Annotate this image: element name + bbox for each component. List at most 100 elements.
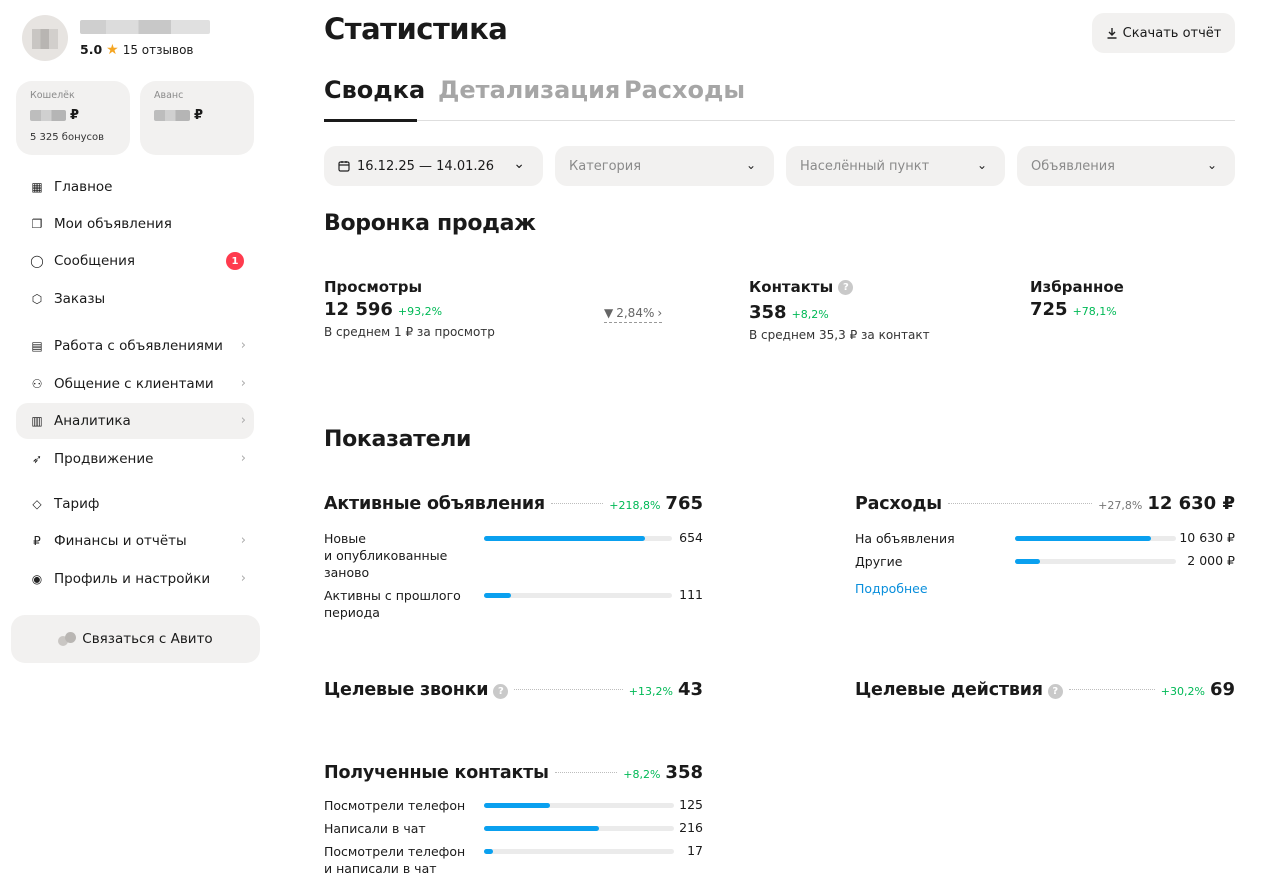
chevron-down-icon: ⌄ (513, 156, 525, 172)
wallet-amount-blurred (30, 110, 66, 121)
sidebar-item-label: Общение с клиентами (54, 376, 214, 392)
received-bar-track (484, 826, 674, 831)
category-filter[interactable]: Категория ⌄ (555, 146, 774, 186)
active_ads-row-label: Новые и опубликованные заново (324, 531, 448, 580)
dotted-leader (550, 503, 604, 504)
actions-title: Целевые действия (855, 680, 1043, 700)
sidebar-item-label: Профиль и настройки (54, 571, 211, 587)
contacts-value: 358 (749, 302, 787, 323)
tab-summary[interactable]: Сводка (324, 76, 425, 104)
calendar-icon (338, 161, 350, 172)
tab-expenses[interactable]: Расходы (624, 76, 745, 104)
rocket-icon: ➶ (31, 452, 43, 466)
sidebar-item-analytics[interactable]: ▥ Аналитика › (16, 403, 254, 439)
profile-rating: 5.0 ★ 15 отзывов (80, 42, 193, 57)
chevron-down-icon: ⌄ (1206, 158, 1217, 172)
contact-avito-button[interactable]: Связаться с Авито (11, 615, 260, 663)
sidebar-item-main[interactable]: ▦ Главное (16, 169, 254, 205)
received-row-label: Написали в чат (324, 821, 426, 836)
favorites-value: 725 (1030, 299, 1068, 320)
favorites-value-row: 725 +78,1% (1030, 299, 1124, 320)
layout-icon: ▤ (31, 339, 43, 353)
sidebar-item-ads-work[interactable]: ▤ Работа с объявлениями › (16, 328, 254, 364)
rating-value: 5.0 (80, 42, 103, 57)
users-icon: ⚇ (31, 377, 43, 391)
metrics-title: Показатели (324, 427, 472, 452)
expenses-row-value: 10 630 ₽ (1179, 530, 1235, 545)
received-value: 358 (665, 762, 703, 783)
sidebar-item-client-communication[interactable]: ⚇ Общение с клиентами › (16, 366, 254, 402)
tab-details[interactable]: Детализация (438, 76, 620, 104)
advance-card[interactable]: Аванс ₽ (140, 81, 254, 155)
received-row-value: 17 (687, 843, 703, 858)
chevron-right-icon: › (657, 306, 663, 320)
funnel-title: Воронка продаж (324, 211, 536, 236)
sidebar-item-label: Финансы и отчёты (54, 533, 187, 549)
sidebar-item-label: Тариф (54, 496, 100, 512)
user-icon: ◉ (31, 572, 43, 586)
help-icon[interactable]: ? (838, 280, 854, 295)
reviews-count[interactable]: 15 отзывов (123, 43, 194, 57)
wallet-label: Кошелёк (30, 90, 75, 101)
chart-icon: ▥ (31, 414, 43, 428)
received-row-label: Посмотрели телефон (324, 798, 466, 813)
sidebar-item-label: Работа с объявлениями (54, 338, 223, 354)
city-filter[interactable]: Населённый пункт ⌄ (786, 146, 1005, 186)
sidebar-item-finance[interactable]: ₽ Финансы и отчёты › (16, 523, 254, 559)
views-delta: +93,2% (397, 305, 443, 318)
advance-balance: ₽ (154, 108, 203, 123)
expenses-more-link[interactable]: Подробнее (855, 581, 928, 596)
chat-icon: ◯ (30, 254, 44, 268)
active_ads-row-label: Активны с прошлого периода (324, 588, 461, 620)
expenses-bar-fill (1015, 536, 1151, 541)
download-report-button[interactable]: Скачать отчёт (1092, 13, 1235, 53)
chevron-down-icon: ⌄ (976, 158, 987, 172)
profile-name-blurred[interactable] (80, 20, 210, 34)
contacts-value-row: 358 +8,2% (749, 302, 930, 323)
sidebar-item-messages[interactable]: ◯ Сообщения 1 (16, 243, 254, 279)
received-row-label: Посмотрели телефон и написали в чат (324, 844, 466, 876)
filter-funnel-icon: ▼ (604, 306, 614, 320)
help-icon[interactable]: ? (1047, 684, 1063, 699)
contacts-label-row: Контакты ? (749, 278, 930, 296)
active-tab-indicator (324, 119, 417, 122)
conversion-value: 2,84% (616, 306, 655, 320)
city-placeholder: Населённый пункт (800, 158, 930, 174)
views-label: Просмотры (324, 278, 423, 296)
chevron-right-icon: › (240, 413, 246, 428)
sidebar-item-tariff[interactable]: ◇ Тариф (16, 486, 254, 522)
conversion-link[interactable]: ▼ 2,84% › (604, 306, 663, 323)
date-range-filter[interactable]: 16.12.25 — 14.01.26 ⌄ (324, 146, 543, 186)
calls-value: 43 (677, 679, 703, 700)
sidebar-item-profile[interactable]: ◉ Профиль и настройки › (16, 561, 254, 597)
avatar[interactable] (22, 15, 68, 61)
favorites-metric: Избранное 725 +78,1% (1030, 278, 1124, 320)
calls-title: Целевые звонки (324, 680, 489, 700)
wallet-currency: ₽ (70, 108, 80, 123)
advance-currency: ₽ (194, 108, 204, 123)
sidebar-item-promotion[interactable]: ➶ Продвижение › (16, 441, 254, 477)
active_ads-bar-fill (484, 593, 512, 598)
views-value-row: 12 596 +93,2% (324, 299, 495, 320)
wallet-card[interactable]: Кошелёк ₽ 5 325 бонусов (16, 81, 130, 155)
actions-header: Целевые действия ? +30,2% 69 (855, 679, 1235, 703)
wallet-balance: ₽ (30, 108, 79, 123)
actions-value: 69 (1209, 679, 1235, 700)
favorites-delta: +78,1% (1072, 305, 1117, 318)
help-icon[interactable]: ? (493, 684, 509, 699)
sidebar-item-label: Сообщения (54, 253, 136, 269)
star-icon: ★ (106, 41, 119, 58)
ads-filter[interactable]: Объявления ⌄ (1017, 146, 1235, 186)
expenses-value: 12 630 ₽ (1147, 493, 1235, 514)
box-icon: ⬡ (31, 292, 43, 306)
dotted-leader (514, 689, 623, 690)
active_ads-bar-track (484, 536, 672, 541)
expenses-title: Расходы (855, 494, 942, 514)
sidebar-item-label: Продвижение (54, 451, 154, 467)
sidebar-item-label: Мои объявления (54, 216, 172, 232)
active-ads-title: Активные объявления (324, 494, 545, 514)
active-ads-header: Активные объявления +218,8% 765 (324, 493, 703, 517)
sidebar-item-my-ads[interactable]: ❐ Мои объявления (16, 206, 254, 242)
received-bar-fill (484, 826, 599, 831)
sidebar-item-orders[interactable]: ⬡ Заказы (16, 281, 254, 317)
